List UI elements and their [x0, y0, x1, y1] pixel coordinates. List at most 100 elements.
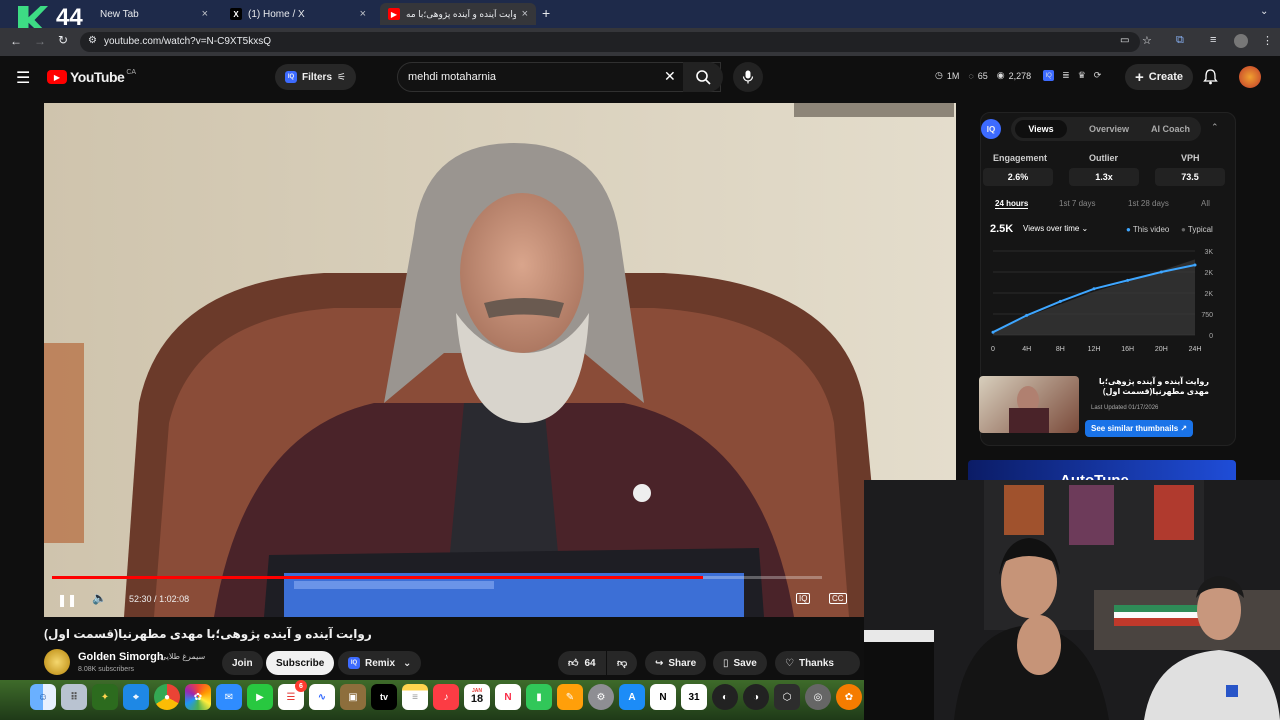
share-button[interactable]: ↪ Share: [645, 651, 707, 675]
list-icon[interactable]: ≣: [1062, 70, 1070, 81]
site-info-icon[interactable]: ⚙: [88, 35, 97, 46]
reminders-icon[interactable]: ☰ 6: [278, 680, 307, 710]
region-code: CA: [126, 68, 137, 76]
pause-button[interactable]: ❚❚: [57, 591, 77, 609]
hamburger-menu-icon[interactable]: ☰: [16, 68, 30, 88]
dislike-button[interactable]: 👎︎: [607, 651, 637, 675]
pages-icon[interactable]: ✎: [557, 684, 583, 710]
metric-label-outlier: Outlier: [1089, 153, 1119, 163]
chart-y-tick: 750: [1201, 312, 1213, 319]
channel-stats: ◷ 1M ◌ 65 ◉ 2,278 IQ ≣ ♛ ⟳: [935, 70, 1101, 81]
app-store-icon[interactable]: A: [619, 684, 645, 710]
chart-x-tick: 16H: [1121, 346, 1134, 353]
extensions-icon[interactable]: ⧉: [1176, 34, 1184, 47]
remix-button[interactable]: IQ Remix ⌄: [338, 651, 422, 675]
progress-track[interactable]: [52, 576, 822, 579]
calendar-icon[interactable]: JAN 18: [464, 684, 490, 710]
thanks-button[interactable]: ♡ Thanks: [775, 651, 860, 675]
volume-icon[interactable]: 🔈: [92, 591, 107, 605]
menu-dots-icon[interactable]: ⋮: [1262, 34, 1273, 47]
views-dropdown[interactable]: Views over time ⌄: [1023, 224, 1088, 233]
save-button[interactable]: ▯ Save: [713, 651, 767, 675]
voice-search-button[interactable]: [733, 62, 763, 92]
youtube-wordmark: YouTube: [70, 69, 125, 85]
see-similar-button[interactable]: See similar thumbnails ↗: [1085, 420, 1194, 437]
forward-icon[interactable]: →: [34, 34, 46, 48]
video-player[interactable]: ❚❚ 🔈 52:30 / 1:02:08 IQ CC: [44, 103, 956, 617]
tab-overview[interactable]: Overview: [1089, 124, 1129, 134]
app-icon[interactable]: 31: [681, 684, 707, 710]
chart-point: [1126, 278, 1130, 282]
search-field[interactable]: mehdi motaharnia ✕: [397, 62, 721, 92]
autotune-banner[interactable]: AutoTune: [968, 460, 1236, 482]
filters-button[interactable]: IQ Filters ⚟: [275, 64, 356, 90]
avatar[interactable]: [1239, 66, 1261, 88]
close-icon[interactable]: ×: [522, 8, 528, 20]
tab-youtube-video[interactable]: ▶ روایت آینده و آینده پژوهی؛با مه ×: [380, 3, 536, 25]
tab-x-home[interactable]: X (1) Home / X ×: [222, 3, 374, 25]
tab-new-tab[interactable]: New Tab ×: [92, 3, 216, 25]
collapse-icon[interactable]: ⌃: [1211, 122, 1219, 133]
profile-icon[interactable]: [1234, 34, 1248, 48]
freeform-icon[interactable]: ∿: [309, 684, 335, 710]
app-icon[interactable]: ◐: [712, 684, 738, 710]
tab-search-icon[interactable]: ⌄: [1260, 6, 1268, 17]
range-all[interactable]: All: [1201, 199, 1210, 208]
app-icon[interactable]: ✦: [92, 684, 118, 710]
apple-tv-icon[interactable]: tv: [371, 684, 397, 710]
app-icon[interactable]: ▣: [340, 684, 366, 710]
close-icon[interactable]: ×: [360, 8, 366, 20]
range-7d[interactable]: 1st 7 days: [1059, 199, 1095, 208]
channel-avatar[interactable]: [44, 649, 70, 675]
thumbnail[interactable]: [979, 376, 1079, 433]
news-icon[interactable]: N: [495, 684, 521, 710]
refresh-icon[interactable]: ⟳: [1094, 70, 1102, 81]
back-icon[interactable]: ←: [10, 34, 22, 48]
tab-views[interactable]: Views: [1015, 120, 1067, 138]
join-button[interactable]: Join: [222, 651, 263, 675]
search-button[interactable]: [683, 62, 723, 92]
clear-search-icon[interactable]: ✕: [664, 68, 676, 85]
subscribe-button[interactable]: Subscribe: [266, 651, 335, 675]
photos-icon[interactable]: ✿: [185, 684, 211, 710]
trophy-icon[interactable]: ♛: [1078, 70, 1086, 81]
app-icon[interactable]: ◑: [743, 684, 769, 710]
safari-icon[interactable]: ⌖: [123, 684, 149, 710]
iq-player-icon[interactable]: IQ: [796, 593, 811, 604]
fl-studio-icon[interactable]: ✿: [836, 684, 862, 710]
range-28d[interactable]: 1st 28 days: [1128, 199, 1169, 208]
install-icon[interactable]: ▭: [1120, 35, 1129, 46]
range-24h[interactable]: 24 hours: [995, 199, 1029, 209]
chart-y-tick: 0: [1209, 333, 1213, 340]
chart-x-tick: 20H: [1155, 346, 1168, 353]
create-button[interactable]: + Create: [1125, 64, 1194, 90]
chart-point: [1025, 313, 1029, 317]
chrome-icon[interactable]: ●: [154, 684, 180, 710]
captions-icon[interactable]: CC: [829, 593, 847, 604]
facetime-icon[interactable]: ▶: [247, 684, 273, 710]
tab-ai-coach[interactable]: AI Coach: [1151, 124, 1190, 134]
youtube-logo[interactable]: ▶ YouTube CA: [47, 69, 136, 85]
like-button[interactable]: 👍︎ 64: [558, 651, 606, 675]
notification-bell-icon[interactable]: [1203, 69, 1218, 85]
reload-icon[interactable]: ↻: [58, 33, 68, 47]
app-icon[interactable]: ⬡: [774, 684, 800, 710]
media-icon[interactable]: ≡: [1210, 34, 1216, 46]
url-field[interactable]: ⚙ youtube.com/watch?v=N-C9XT5kxsQ ▭: [80, 32, 1140, 52]
iq-icon[interactable]: IQ: [1043, 70, 1055, 81]
new-tab-button[interactable]: +: [542, 5, 550, 21]
notes-icon[interactable]: ≡: [402, 684, 428, 710]
bookmark-star-icon[interactable]: ☆: [1142, 34, 1152, 47]
sliders-icon: ⚟: [337, 71, 346, 83]
close-icon[interactable]: ×: [202, 8, 208, 20]
channel-name[interactable]: Golden Simorgh: [78, 651, 164, 663]
music-icon[interactable]: ♪: [433, 684, 459, 710]
app-icon[interactable]: ◎: [805, 684, 831, 710]
settings-icon[interactable]: ⚙: [588, 684, 614, 710]
notion-icon[interactable]: N: [650, 684, 676, 710]
launchpad-icon[interactable]: ⠿: [61, 684, 87, 710]
numbers-icon[interactable]: ▮: [526, 684, 552, 710]
thanks-icon: ♡: [785, 657, 794, 669]
finder-icon[interactable]: ☺: [30, 684, 56, 710]
mail-icon[interactable]: ✉: [216, 684, 242, 710]
